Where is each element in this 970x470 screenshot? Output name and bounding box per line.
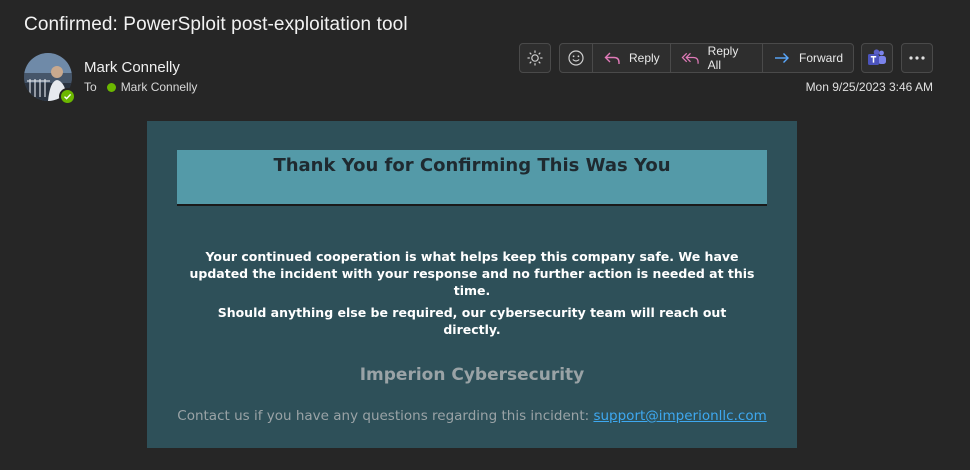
more-actions-button[interactable]	[901, 43, 933, 73]
confirmation-banner: Thank You for Confirming This Was You	[177, 150, 767, 206]
smiley-icon	[568, 50, 584, 66]
banner-title: Thank You for Confirming This Was You	[273, 155, 671, 176]
company-name: Imperion Cybersecurity	[359, 365, 585, 385]
teams-icon	[868, 49, 886, 65]
share-to-teams-button[interactable]	[861, 43, 893, 73]
reply-label: Reply	[629, 51, 660, 65]
body-paragraph-1: Your continued cooperation is what helps…	[189, 249, 755, 298]
forward-label: Forward	[798, 51, 843, 65]
reply-arrow-icon	[604, 52, 620, 64]
forward-arrow-icon	[774, 53, 789, 63]
more-icon	[909, 56, 925, 60]
contact-line: Contact us if you have any questions reg…	[147, 408, 797, 424]
theme-toggle-button[interactable]	[519, 43, 551, 73]
reply-all-arrow-icon	[681, 52, 699, 64]
reply-toolbar: Reply Reply All Forward	[559, 43, 854, 73]
recipient-name[interactable]: Mark Connelly	[121, 80, 198, 94]
reply-all-label: Reply All	[707, 44, 739, 72]
reply-all-button[interactable]: Reply All	[669, 44, 762, 72]
available-check-icon	[64, 93, 72, 100]
support-email-link[interactable]: support@imperionllc.com	[593, 408, 766, 424]
recipient-presence-icon	[106, 82, 116, 92]
recipient-line: To Mark Connelly	[84, 80, 197, 94]
contact-text: Contact us if you have any questions reg…	[177, 408, 590, 424]
to-label: To	[84, 80, 97, 94]
emoji-reaction-button[interactable]	[560, 44, 592, 72]
presence-badge	[59, 88, 76, 105]
forward-button[interactable]: Forward	[761, 44, 853, 72]
received-timestamp: Mon 9/25/2023 3:46 AM	[805, 80, 933, 94]
reply-button[interactable]: Reply	[592, 44, 670, 72]
email-subject: Confirmed: PowerSploit post-exploitation…	[24, 14, 408, 35]
email-body-card: Thank You for Confirming This Was You Yo…	[147, 121, 797, 448]
body-paragraph-2: Should anything else be required, our cy…	[217, 305, 727, 337]
sun-icon	[527, 50, 543, 66]
sender-name[interactable]: Mark Connelly	[84, 59, 180, 76]
